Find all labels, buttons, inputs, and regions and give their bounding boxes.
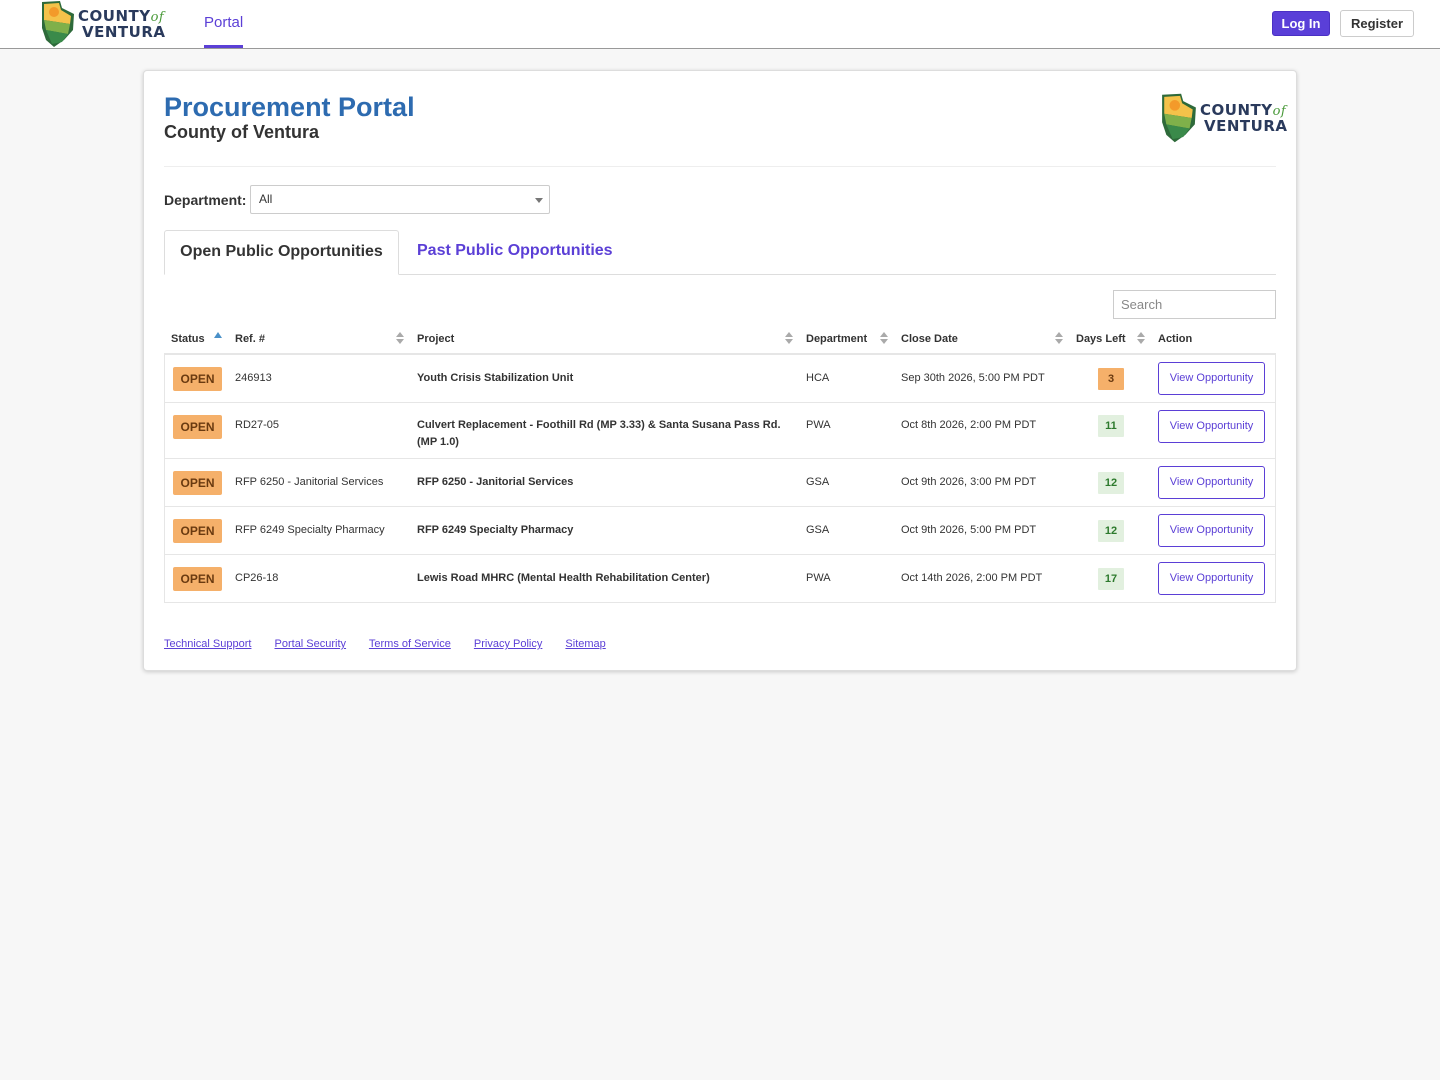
column-header-ref[interactable]: Ref. #	[235, 333, 265, 345]
tab-past-opportunities[interactable]: Past Public Opportunities	[417, 230, 613, 275]
footer-link-terms-of-service[interactable]: Terms of Service	[369, 638, 451, 650]
table-body: OPEN 246913 Youth Crisis Stabilization U…	[164, 355, 1276, 603]
project-name: Lewis Road MHRC (Mental Health Rehabilit…	[417, 572, 710, 584]
status-badge: OPEN	[173, 367, 222, 391]
county-logo-card: COUNTYof VENTURA	[1160, 91, 1287, 145]
footer-links: Technical Support Portal Security Terms …	[164, 638, 626, 650]
table-row: OPEN RFP 6249 Specialty Pharmacy RFP 624…	[165, 507, 1275, 555]
ref-number: 246913	[235, 372, 272, 384]
sort-icon[interactable]	[880, 331, 888, 345]
status-badge: OPEN	[173, 415, 222, 439]
close-date: Oct 9th 2026, 3:00 PM PDT	[901, 476, 1037, 488]
divider	[164, 166, 1276, 167]
days-left-badge: 11	[1098, 415, 1124, 437]
top-navbar: COUNTYof VENTURA Portal Log In Register	[0, 0, 1440, 49]
county-seal-icon	[42, 1, 74, 47]
footer-link-sitemap[interactable]: Sitemap	[565, 638, 605, 650]
main-card: Procurement Portal County of Ventura COU…	[143, 70, 1297, 671]
column-header-project[interactable]: Project	[417, 333, 454, 345]
search-input[interactable]: Search	[1113, 290, 1276, 319]
close-date: Sep 30th 2026, 5:00 PM PDT	[901, 372, 1045, 384]
footer-link-technical-support[interactable]: Technical Support	[164, 638, 251, 650]
tab-open-opportunities[interactable]: Open Public Opportunities	[164, 230, 399, 275]
table-row: OPEN CP26-18 Lewis Road MHRC (Mental Hea…	[165, 555, 1275, 603]
column-header-days-left[interactable]: Days Left	[1076, 333, 1126, 345]
project-name: RFP 6250 - Janitorial Services	[417, 476, 574, 488]
table-row: OPEN 246913 Youth Crisis Stabilization U…	[165, 355, 1275, 403]
view-opportunity-button[interactable]: View Opportunity	[1158, 562, 1265, 595]
view-opportunity-button[interactable]: View Opportunity	[1158, 466, 1265, 499]
ref-number: CP26-18	[235, 572, 279, 584]
department-select[interactable]: All	[250, 185, 550, 214]
logo-text-ventura: VENTURA	[1204, 117, 1288, 135]
ref-number: RFP 6249 Specialty Pharmacy	[235, 524, 385, 536]
county-logo[interactable]: COUNTYof VENTURA	[40, 0, 165, 48]
ref-number: RFP 6250 - Janitorial Services	[235, 476, 384, 488]
days-left-badge: 12	[1098, 472, 1124, 494]
table-header: Status Ref. # Project Department Close D…	[164, 323, 1276, 355]
days-left-badge: 12	[1098, 520, 1124, 542]
column-header-close-date[interactable]: Close Date	[901, 333, 958, 345]
close-date: Oct 8th 2026, 2:00 PM PDT	[901, 419, 1037, 431]
status-badge: OPEN	[173, 471, 222, 495]
opportunities-table: Status Ref. # Project Department Close D…	[164, 323, 1276, 603]
ref-number: RD27-05	[235, 419, 280, 431]
sort-icon[interactable]	[1055, 331, 1063, 345]
sort-asc-icon[interactable]	[214, 331, 222, 339]
table-row: OPEN RFP 6250 - Janitorial Services RFP …	[165, 459, 1275, 507]
department: HCA	[806, 372, 830, 384]
column-header-status[interactable]: Status	[171, 333, 205, 345]
sort-icon[interactable]	[396, 331, 404, 345]
department: PWA	[806, 572, 831, 584]
days-left-badge: 17	[1098, 568, 1124, 590]
footer-link-privacy-policy[interactable]: Privacy Policy	[474, 638, 542, 650]
close-date: Oct 9th 2026, 5:00 PM PDT	[901, 524, 1037, 536]
view-opportunity-button[interactable]: View Opportunity	[1158, 362, 1265, 395]
chevron-down-icon	[535, 198, 543, 203]
department-select-value: All	[259, 192, 273, 206]
nav-portal-link[interactable]: Portal	[204, 0, 244, 48]
page-subtitle: County of Ventura	[164, 122, 320, 142]
column-header-department[interactable]: Department	[806, 333, 867, 345]
view-opportunity-button[interactable]: View Opportunity	[1158, 514, 1265, 547]
project-name: Youth Crisis Stabilization Unit	[417, 372, 574, 384]
department-label: Department:	[164, 192, 247, 208]
table-row: OPEN RD27-05 Culvert Replacement - Footh…	[165, 403, 1275, 459]
sort-icon[interactable]	[785, 331, 793, 345]
close-date: Oct 14th 2026, 2:00 PM PDT	[901, 572, 1043, 584]
county-seal-icon	[1162, 93, 1196, 143]
status-badge: OPEN	[173, 567, 222, 591]
status-badge: OPEN	[173, 519, 222, 543]
register-button[interactable]: Register	[1340, 10, 1414, 37]
footer-link-portal-security[interactable]: Portal Security	[275, 638, 347, 650]
days-left-badge: 3	[1098, 368, 1124, 390]
sort-icon[interactable]	[1137, 331, 1145, 345]
project-name: RFP 6249 Specialty Pharmacy	[417, 524, 574, 536]
login-button[interactable]: Log In	[1272, 11, 1330, 36]
view-opportunity-button[interactable]: View Opportunity	[1158, 410, 1265, 443]
department: PWA	[806, 419, 831, 431]
department: GSA	[806, 524, 830, 536]
department: GSA	[806, 476, 830, 488]
page-title: Procurement Portal	[164, 92, 415, 122]
project-name: Culvert Replacement - Foothill Rd (MP 3.…	[417, 419, 781, 448]
column-header-action: Action	[1158, 333, 1193, 345]
opportunity-tabs: Open Public Opportunities Past Public Op…	[164, 230, 1276, 275]
logo-text-ventura: VENTURA	[82, 23, 166, 41]
